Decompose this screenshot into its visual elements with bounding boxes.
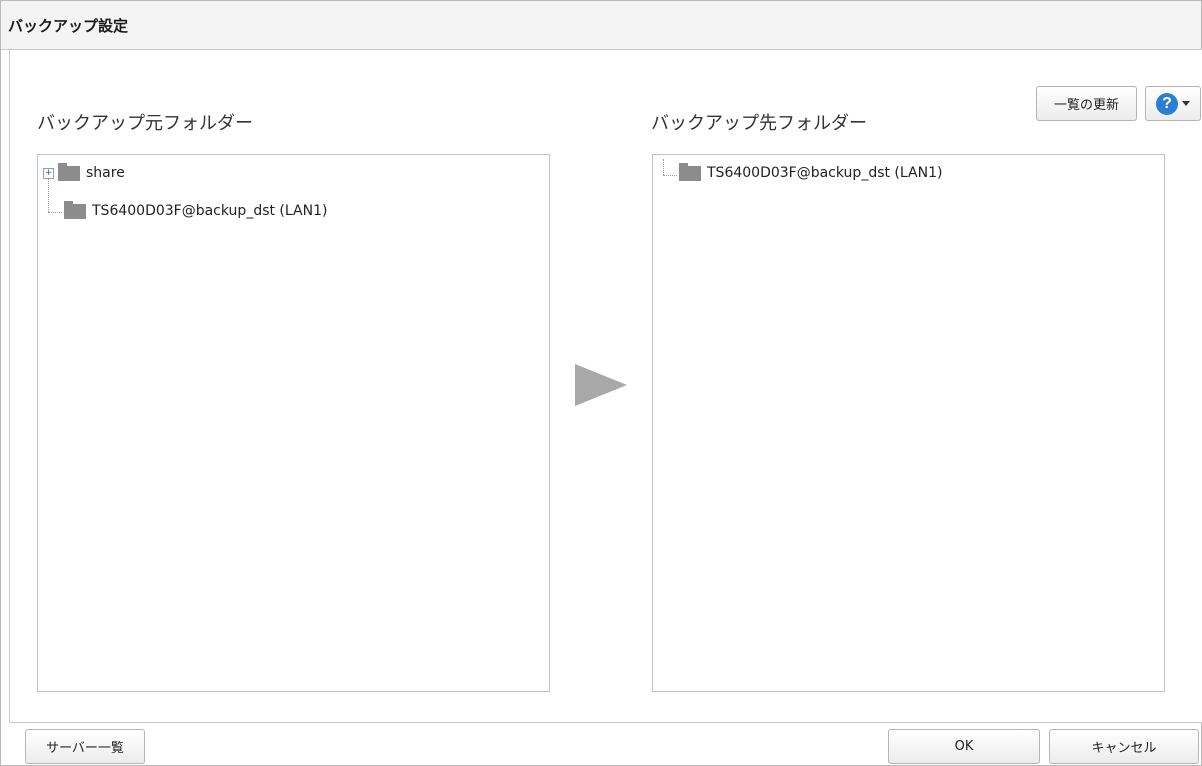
ok-button[interactable]: OK — [888, 729, 1040, 764]
dialog-titlebar: バックアップ設定 — [1, 1, 1201, 50]
help-button[interactable]: ? — [1145, 86, 1201, 121]
tree-node-share[interactable]: + share — [43, 162, 125, 181]
tree-node-backup-dst[interactable]: TS6400D03F@backup_dst (LAN1) — [64, 200, 328, 219]
tree-node-backup-dst[interactable]: TS6400D03F@backup_dst (LAN1) — [679, 162, 943, 181]
destination-folder-label: バックアップ先フォルダー — [651, 113, 867, 134]
source-folder-tree[interactable]: + share TS6400D03F@backup_dst (LAN1) — [37, 154, 550, 692]
destination-folder-tree[interactable]: TS6400D03F@backup_dst (LAN1) — [652, 154, 1165, 692]
tree-connector-line — [48, 212, 62, 213]
chevron-down-icon — [1182, 101, 1190, 106]
cancel-button[interactable]: キャンセル — [1049, 729, 1199, 764]
tree-node-label: TS6400D03F@backup_dst (LAN1) — [707, 165, 943, 181]
tree-connector-line — [48, 178, 49, 212]
folder-icon — [58, 162, 80, 181]
tree-node-label: TS6400D03F@backup_dst (LAN1) — [92, 203, 328, 219]
tree-connector-line — [663, 159, 664, 175]
backup-settings-dialog: バックアップ設定 一覧の更新 ? バックアップ元フォルダー バックアップ先フォル… — [0, 0, 1202, 766]
dialog-title: バックアップ設定 — [8, 17, 129, 35]
folder-icon — [64, 200, 86, 219]
expand-plus-icon[interactable]: + — [43, 167, 54, 179]
tree-connector-line — [663, 175, 677, 176]
help-icon: ? — [1156, 92, 1178, 115]
refresh-list-button[interactable]: 一覧の更新 — [1036, 86, 1137, 121]
tree-node-label: share — [86, 165, 125, 181]
server-list-button[interactable]: サーバー一覧 — [25, 729, 145, 764]
folder-icon — [679, 162, 701, 181]
source-folder-label: バックアップ元フォルダー — [37, 113, 253, 134]
right-arrow-icon — [575, 364, 627, 406]
